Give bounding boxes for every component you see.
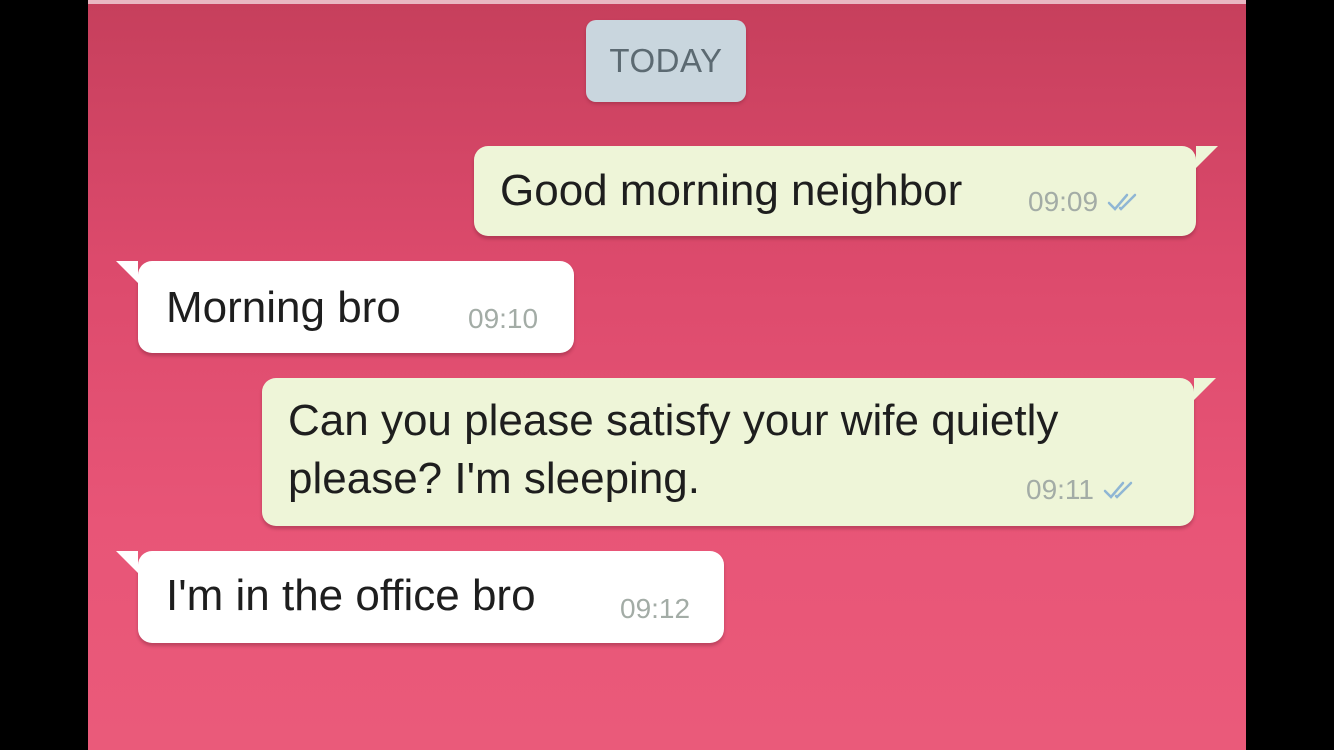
chat-conversation[interactable]: TODAY Good morning neighbor 09:09 Mornin…: [88, 0, 1246, 750]
message-time: 09:10: [468, 303, 539, 334]
incoming-message[interactable]: Morning bro 09:10: [116, 261, 574, 353]
message-meta: 09:12: [620, 593, 690, 625]
message-time: 09:11: [1026, 474, 1094, 505]
message-meta: 09:11: [1026, 474, 1140, 506]
incoming-message[interactable]: I'm in the office bro 09:12: [116, 551, 724, 643]
header-divider: [88, 0, 1246, 4]
screen-frame: TODAY Good morning neighbor 09:09 Mornin…: [0, 0, 1334, 750]
outgoing-message[interactable]: Good morning neighbor 09:09: [474, 146, 1218, 236]
message-meta: 09:09: [1028, 186, 1144, 218]
double-check-icon: [1103, 481, 1133, 499]
message-time: 09:12: [620, 593, 691, 624]
message-text: Good morning neighbor: [500, 166, 963, 215]
date-separator-label: TODAY: [609, 42, 723, 79]
message-text: Morning bro: [166, 283, 401, 332]
outgoing-message[interactable]: Can you please satisfy your wife quietly…: [262, 378, 1216, 526]
message-time: 09:09: [1028, 186, 1099, 217]
message-text: Can you please satisfy your wife quietly…: [288, 396, 1059, 503]
message-text: I'm in the office bro: [166, 571, 536, 620]
double-check-icon: [1107, 193, 1137, 211]
message-meta: 09:10: [468, 303, 538, 335]
date-separator: TODAY: [586, 20, 746, 102]
